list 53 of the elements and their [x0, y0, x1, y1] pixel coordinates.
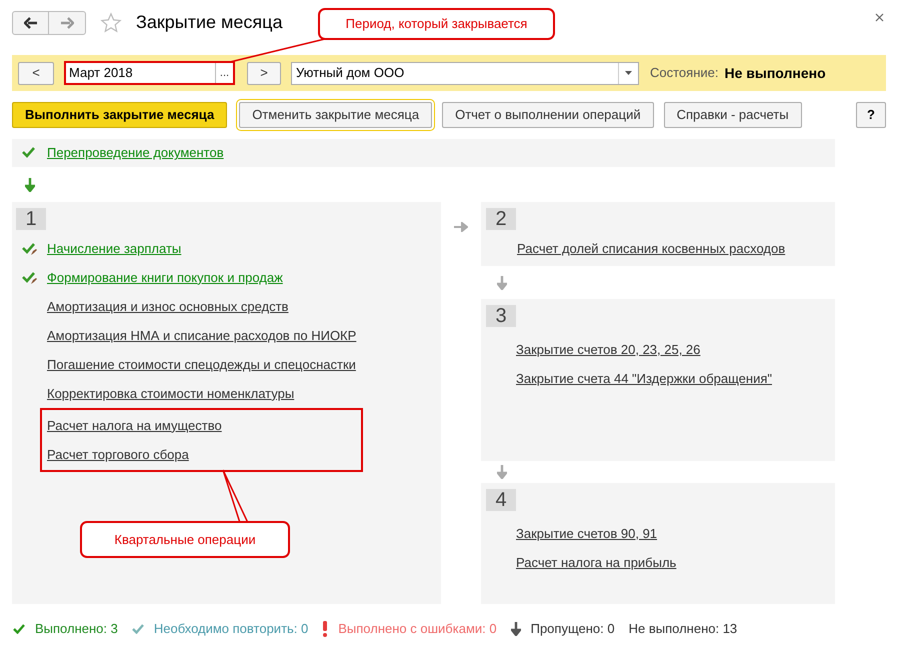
organization-dropdown[interactable]: Уютный дом ООО [291, 62, 639, 84]
stage-number: 3 [486, 305, 516, 327]
operation-link[interactable]: Перепроведение документов [47, 143, 224, 163]
next-period-button[interactable]: > [247, 62, 281, 84]
stage-number: 2 [486, 208, 516, 230]
forward-arrow-icon [60, 16, 74, 28]
summary-count: Пропущено: 0 [530, 620, 615, 638]
select-period-button[interactable]: ... [215, 63, 233, 83]
period-field[interactable]: Март 2018 ... [64, 61, 235, 85]
summary-count: Не выполнено: 13 [628, 620, 738, 638]
action-button[interactable]: Справки - расчеты [664, 102, 802, 128]
stage-number: 4 [486, 489, 516, 511]
summary-count: Необходимо повторить: 0 [154, 620, 308, 638]
operation-link[interactable]: Амортизация НМА и списание расходов по НИОКР [47, 326, 356, 346]
down-arrow-icon [497, 276, 507, 290]
operation-link[interactable]: Расчет налога на имущество [47, 416, 222, 436]
help-button[interactable]: ? [856, 102, 886, 128]
close-icon[interactable] [875, 13, 884, 22]
operation-link[interactable]: Закрытие счета 44 "Издержки обращения" [516, 368, 772, 388]
operation-link[interactable]: Начисление зарплаты [47, 238, 182, 258]
check-icon [22, 146, 38, 160]
operation-link[interactable]: Закрытие счетов 90, 91 [516, 524, 658, 544]
operation-link[interactable]: Расчет долей списания косвенных расходов [517, 238, 786, 258]
stage-number: 1 [16, 208, 46, 230]
dropdown-caret-icon [625, 71, 632, 75]
down-arrow-icon [497, 465, 507, 479]
operation-link[interactable]: Погашение стоимости спецодежды и спецоснастки [47, 354, 356, 374]
summary-count: Выполнено с ошибками: 0 [338, 620, 497, 638]
operation-link[interactable]: Корректировка стоимости номенклатуры [47, 384, 294, 404]
star-icon[interactable] [100, 12, 122, 34]
status-label: Состояние: [650, 64, 718, 82]
operation-link[interactable]: Расчет налога на прибыль [516, 552, 676, 572]
previous-period-button[interactable]: < [18, 62, 54, 84]
check-pencil-icon [22, 270, 38, 284]
operation-link[interactable]: Расчет торгового сбора [47, 444, 189, 464]
summary-count: Выполнено: 3 [35, 620, 118, 638]
back-arrow-icon [24, 16, 38, 28]
check-pencil-icon [22, 242, 38, 256]
action-button[interactable]: Выполнить закрытие месяца [12, 102, 228, 128]
operation-link[interactable]: Формирование книги покупок и продаж [47, 268, 283, 288]
action-button[interactable]: Отчет о выполнении операций [442, 102, 654, 128]
check-icon [132, 624, 144, 634]
operation-link[interactable]: Закрытие счетов 20, 23, 25, 26 [516, 340, 700, 360]
down-arrow-icon [510, 622, 521, 636]
status-value: Не выполнено [724, 64, 826, 82]
down-arrow-icon [25, 178, 35, 192]
operation-link[interactable]: Амортизация и износ основных средств [47, 296, 288, 316]
check-icon [13, 624, 25, 634]
window-title: Закрытие месяца [136, 11, 282, 34]
right-arrow-icon [454, 222, 468, 232]
exclamation-icon [322, 620, 328, 637]
callout: Период, который закрывается [318, 8, 555, 40]
callout: Квартальные операции [80, 521, 290, 558]
